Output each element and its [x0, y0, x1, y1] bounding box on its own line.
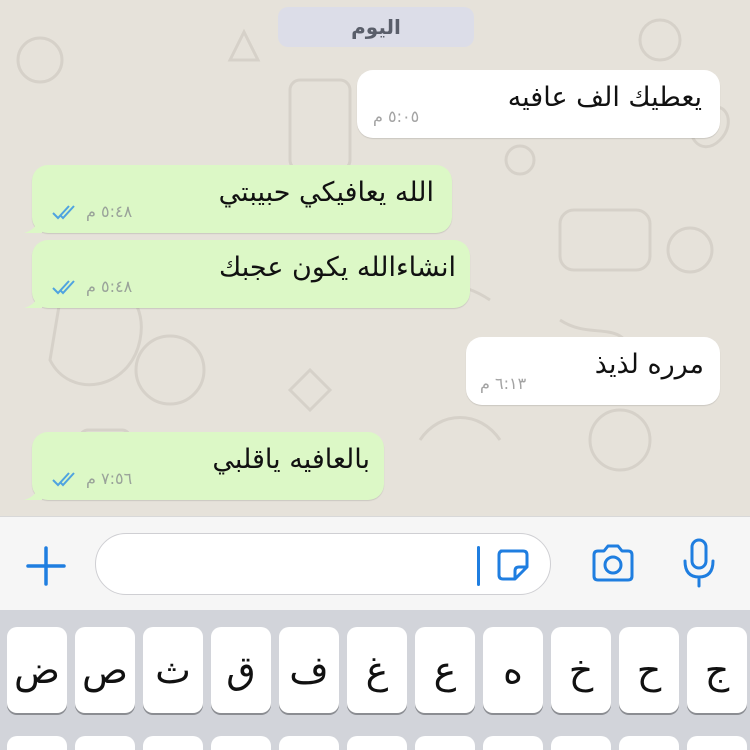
- message-bubble-outgoing[interactable]: انشاءالله يكون عجبك ٥:٤٨ م: [24, 240, 470, 308]
- key-partial[interactable]: [211, 736, 271, 750]
- key[interactable]: ف: [279, 627, 339, 713]
- bubble-tail: [24, 215, 42, 233]
- message-text: مرره لذيذ: [594, 349, 704, 380]
- key-partial[interactable]: [619, 736, 679, 750]
- message-input-bar: [0, 516, 750, 610]
- key-partial[interactable]: [143, 736, 203, 750]
- message-text: يعطيك الف عافيه: [507, 82, 702, 113]
- message-bubble-outgoing[interactable]: بالعافيه ياقلبي ٧:٥٦ م: [24, 432, 384, 500]
- message-time: ٥:٠٥ م: [373, 107, 420, 126]
- text-caret: [477, 546, 480, 586]
- chat-area[interactable]: اليوم يعطيك الف عافيه ٥:٠٥ م الله يعافيك…: [0, 0, 750, 516]
- read-ticks-icon: [52, 204, 75, 219]
- microphone-icon[interactable]: [681, 537, 717, 589]
- message-time: ٧:٥٦ م: [86, 469, 133, 488]
- key[interactable]: ض: [7, 627, 67, 713]
- key[interactable]: ع: [415, 627, 475, 713]
- bubble-tail: [24, 290, 42, 308]
- message-time: ٥:٤٨ م: [86, 202, 133, 221]
- bubble-tail: [24, 482, 42, 500]
- key-partial[interactable]: [279, 736, 339, 750]
- key[interactable]: ص: [75, 627, 135, 713]
- message-bubble-incoming[interactable]: يعطيك الف عافيه ٥:٠٥ م: [357, 70, 720, 138]
- message-bubble-outgoing[interactable]: الله يعافيكي حبيبتي ٥:٤٨ م: [24, 165, 452, 233]
- key-partial[interactable]: [7, 736, 67, 750]
- plus-icon[interactable]: [24, 544, 68, 588]
- message-meta: ٦:١٣ م: [480, 374, 526, 393]
- key-partial[interactable]: [415, 736, 475, 750]
- message-meta: ٥:٤٨ م: [52, 277, 132, 296]
- key-partial[interactable]: [347, 736, 407, 750]
- key[interactable]: غ: [347, 627, 407, 713]
- read-ticks-icon: [52, 471, 75, 486]
- key-partial[interactable]: [483, 736, 543, 750]
- message-time: ٥:٤٨ م: [86, 277, 133, 296]
- message-meta: ٧:٥٦ م: [52, 469, 132, 488]
- message-meta: ٥:٠٥ م: [373, 107, 419, 126]
- message-text: الله يعافيكي حبيبتي: [218, 177, 434, 208]
- key-partial[interactable]: [687, 736, 747, 750]
- arabic-keyboard: ج ح خ ه ع غ ف ق ث ص ض: [0, 610, 750, 750]
- read-ticks-icon: [52, 279, 75, 294]
- message-time: ٦:١٣ م: [480, 374, 527, 393]
- sticker-icon[interactable]: [495, 547, 531, 583]
- key[interactable]: ج: [687, 627, 747, 713]
- message-input[interactable]: [95, 533, 551, 595]
- key[interactable]: ث: [143, 627, 203, 713]
- key[interactable]: ق: [211, 627, 271, 713]
- message-bubble-incoming[interactable]: مرره لذيذ ٦:١٣ م: [466, 337, 720, 405]
- message-meta: ٥:٤٨ م: [52, 202, 132, 221]
- date-divider: اليوم: [278, 7, 474, 47]
- key[interactable]: ه: [483, 627, 543, 713]
- camera-icon[interactable]: [590, 543, 636, 583]
- key-partial[interactable]: [75, 736, 135, 750]
- key[interactable]: ح: [619, 627, 679, 713]
- message-text: بالعافيه ياقلبي: [212, 444, 370, 475]
- key[interactable]: خ: [551, 627, 611, 713]
- key-partial[interactable]: [551, 736, 611, 750]
- message-text: انشاءالله يكون عجبك: [219, 252, 456, 283]
